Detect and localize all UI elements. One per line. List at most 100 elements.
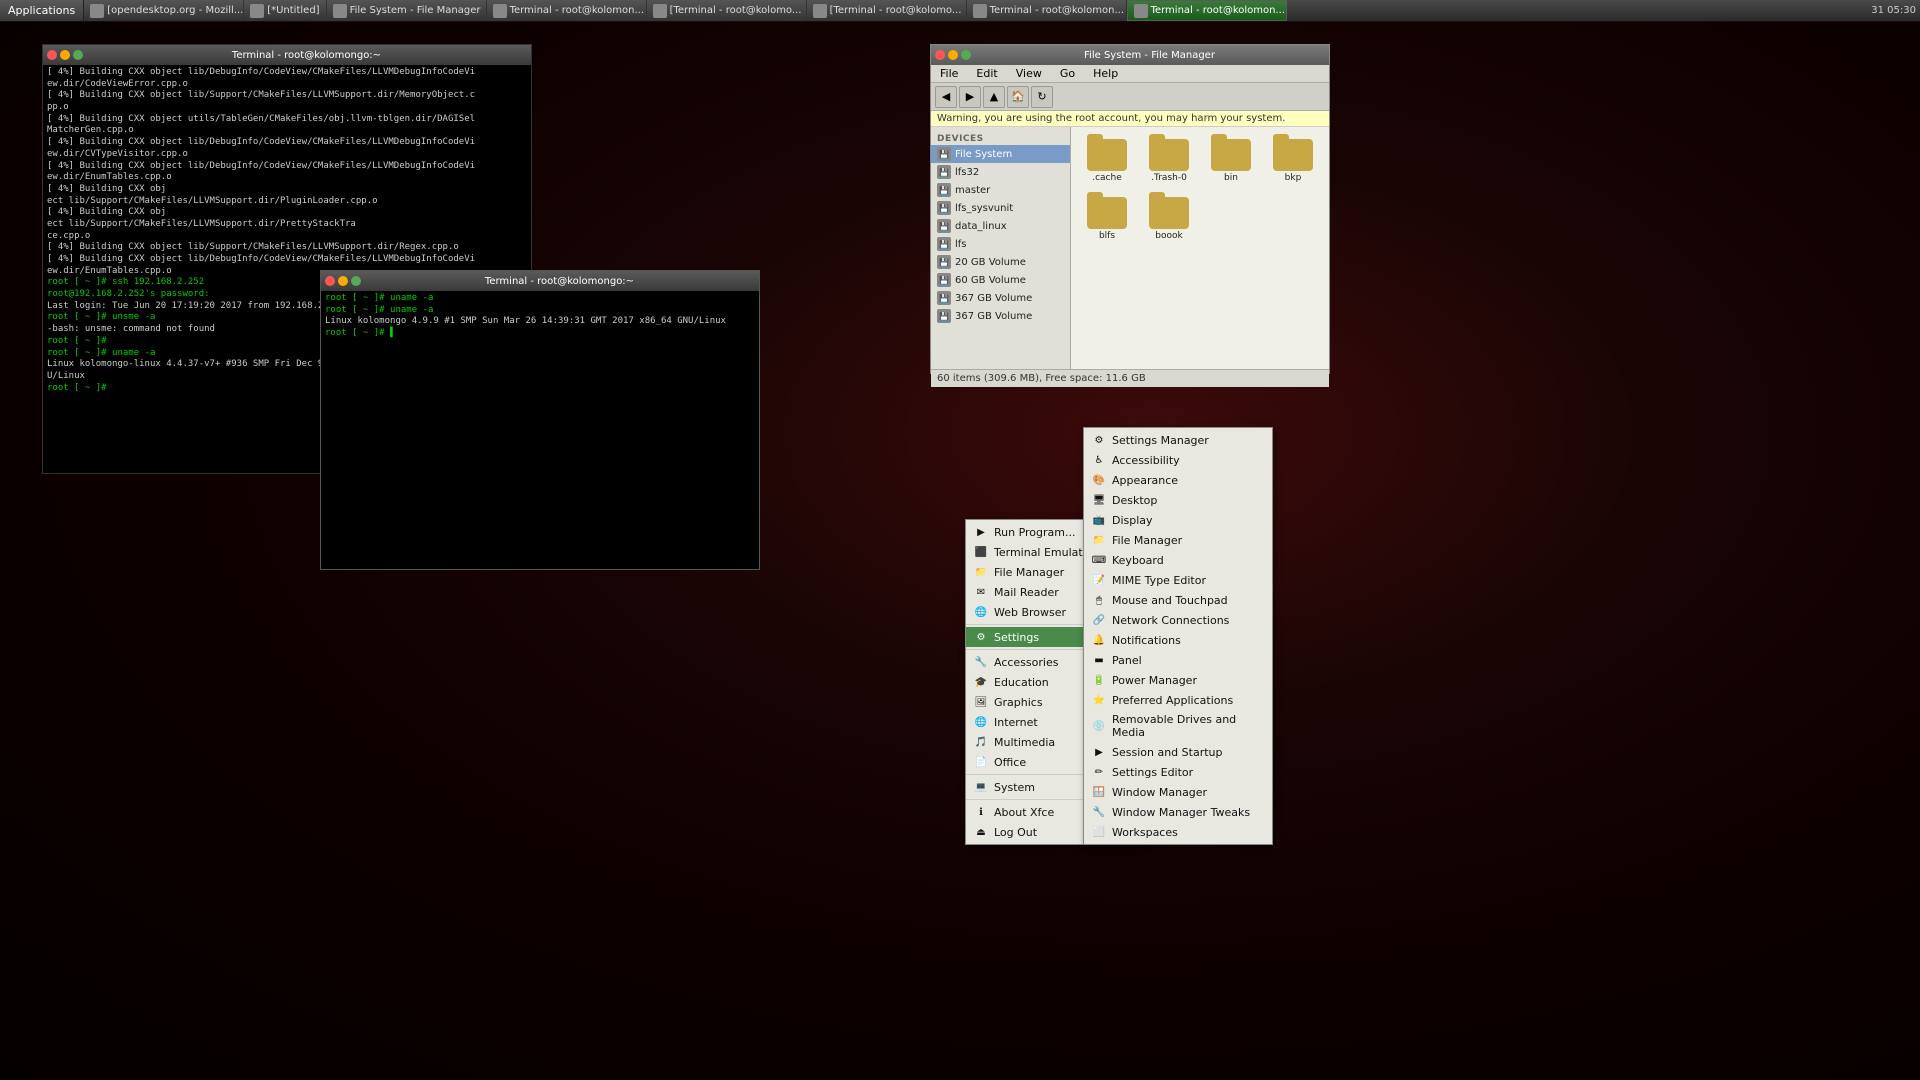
fm-menu-item[interactable]: Help	[1090, 66, 1121, 81]
fm-sidebar-item[interactable]: 💾File System	[931, 145, 1070, 163]
fm-file-item[interactable]: .cache	[1079, 135, 1135, 187]
settings-menu-item[interactable]: 📺Display	[1084, 510, 1272, 530]
fm-menu-item[interactable]: File	[937, 66, 961, 81]
fm-menu-item[interactable]: Edit	[973, 66, 1000, 81]
applications-button[interactable]: Applications	[0, 0, 84, 21]
fm-sidebar-item[interactable]: 💾 60 GB Volume	[931, 271, 1070, 289]
folder-icon	[1273, 139, 1313, 171]
terminal-2-content[interactable]: root [ ~ ]# uname -aroot [ ~ ]# uname -a…	[321, 291, 759, 569]
settings-menu-item[interactable]: ⌨Keyboard	[1084, 550, 1272, 570]
fm-sidebar-item[interactable]: 💾 lfs_sysvunit	[931, 199, 1070, 217]
fm-file-item[interactable]: .Trash-0	[1141, 135, 1197, 187]
terminal-1-title: Terminal - root@kolomongo:~	[86, 50, 527, 61]
taskbar-item[interactable]: File System - File Manager	[327, 0, 487, 21]
taskbar-item[interactable]: Terminal - root@kolomon...	[487, 0, 647, 21]
close-button[interactable]	[47, 50, 57, 60]
minimize-button[interactable]	[60, 50, 70, 60]
drive-icon: 💾	[937, 255, 951, 269]
taskbar-item[interactable]: Terminal - root@kolomon...	[1127, 0, 1287, 21]
folder-icon	[1149, 197, 1189, 229]
fm-file-item[interactable]: blfs	[1079, 193, 1135, 245]
fm-sidebar-item[interactable]: 💾20 GB Volume	[931, 253, 1070, 271]
maximize-button[interactable]	[73, 50, 83, 60]
settings-menu-label: Appearance	[1112, 474, 1178, 487]
taskbar-item[interactable]: Terminal - root@kolomon...	[967, 0, 1127, 21]
settings-menu-item[interactable]: ⚙Settings Manager	[1084, 430, 1272, 450]
drive-icon: 💾	[937, 165, 951, 179]
fm-minimize-button[interactable]	[948, 50, 958, 60]
fm-sidebar-item[interactable]: 💾lfs	[931, 235, 1070, 253]
settings-menu-item[interactable]: 🪟Window Manager	[1084, 782, 1272, 802]
menu-item-label: Education	[994, 676, 1049, 689]
settings-menu-item[interactable]: 🎨Appearance	[1084, 470, 1272, 490]
taskbar-items: [opendesktop.org - Mozill...[*Untitled]F…	[84, 0, 1867, 21]
settings-menu-item[interactable]: ✏Settings Editor	[1084, 762, 1272, 782]
menu-item-icon: 📄	[974, 755, 988, 769]
fm-sidebar-item[interactable]: 💾367 GB Volume	[931, 289, 1070, 307]
terminal-2-title: Terminal - root@kolomongo:~	[364, 276, 755, 287]
menu-item-icon: ▶	[974, 525, 988, 539]
fm-file-item[interactable]: bkp	[1265, 135, 1321, 187]
settings-menu-item[interactable]: 🔧Window Manager Tweaks	[1084, 802, 1272, 822]
settings-menu-item[interactable]: 📁File Manager	[1084, 530, 1272, 550]
fm-menu-item[interactable]: Go	[1057, 66, 1078, 81]
fm-sidebar-label: lfs_sysvunit	[955, 203, 1013, 214]
settings-menu-item[interactable]: ⬜Workspaces	[1084, 822, 1272, 842]
file-manager-menubar: File Edit View Go Help	[931, 65, 1329, 83]
fm-close-button[interactable]	[935, 50, 945, 60]
fm-file-item[interactable]: bin	[1203, 135, 1259, 187]
settings-menu-item[interactable]: 🔗Network Connections	[1084, 610, 1272, 630]
settings-menu-icon: ⌨	[1092, 553, 1106, 567]
fm-reload-button[interactable]: ↻	[1031, 86, 1053, 108]
fm-sidebar-label: lfs	[955, 239, 967, 250]
fm-sidebar-item[interactable]: 💾lfs32	[931, 163, 1070, 181]
close-button-2[interactable]	[325, 276, 335, 286]
drive-icon: 💾	[937, 201, 951, 215]
settings-menu-icon: ⚙	[1092, 433, 1106, 447]
menu-item-label: File Manager	[994, 566, 1064, 579]
file-manager-title: File System - File Manager	[974, 50, 1325, 61]
settings-menu-item[interactable]: 🔋Power Manager	[1084, 670, 1272, 690]
drive-icon: 💾	[937, 273, 951, 287]
fm-sidebar-label: 60 GB Volume	[955, 275, 1026, 286]
terminal-line: ce.cpp.o	[47, 231, 527, 243]
settings-menu-item[interactable]: 🖱Mouse and Touchpad	[1084, 590, 1272, 610]
folder-icon	[1149, 139, 1189, 171]
taskbar-item[interactable]: [*Untitled]	[244, 0, 326, 21]
menu-item-icon: 🖼	[974, 695, 988, 709]
settings-menu-item[interactable]: 🖥Desktop	[1084, 490, 1272, 510]
applications-label: Applications	[8, 4, 75, 17]
settings-menu-item[interactable]: ♿Accessibility	[1084, 450, 1272, 470]
settings-menu-item[interactable]: ▶Session and Startup	[1084, 742, 1272, 762]
settings-menu-icon: ⬜	[1092, 825, 1106, 839]
menu-item-label: About Xfce	[994, 806, 1054, 819]
drive-icon: 💾	[937, 291, 951, 305]
fm-file-item[interactable]: boook	[1141, 193, 1197, 245]
fm-back-button[interactable]: ◀	[935, 86, 957, 108]
fm-item-label: bkp	[1285, 173, 1302, 183]
taskbar-item[interactable]: [Terminal - root@kolomo...	[807, 0, 967, 21]
settings-menu-item[interactable]: 💿Removable Drives and Media	[1084, 710, 1272, 742]
settings-menu-item[interactable]: 📝MIME Type Editor	[1084, 570, 1272, 590]
fm-home-button[interactable]: 🏠	[1007, 86, 1029, 108]
fm-sidebar-item[interactable]: 💾367 GB Volume	[931, 307, 1070, 325]
minimize-button-2[interactable]	[338, 276, 348, 286]
settings-menu-item[interactable]: 🔔Notifications	[1084, 630, 1272, 650]
taskbar-item-icon	[1134, 4, 1148, 18]
taskbar-item-icon	[250, 4, 264, 18]
fm-sidebar-item[interactable]: 💾data_linux	[931, 217, 1070, 235]
settings-menu-icon: 🪟	[1092, 785, 1106, 799]
taskbar-item-icon	[493, 4, 507, 18]
settings-menu-item[interactable]: ⭐Preferred Applications	[1084, 690, 1272, 710]
fm-forward-button[interactable]: ▶	[959, 86, 981, 108]
menu-item-label: Office	[994, 756, 1026, 769]
fm-menu-item[interactable]: View	[1013, 66, 1045, 81]
fm-sidebar-item[interactable]: 💾master	[931, 181, 1070, 199]
settings-menu-item[interactable]: ▬Panel	[1084, 650, 1272, 670]
fm-maximize-button[interactable]	[961, 50, 971, 60]
terminal-line: ect lib/Support/CMakeFiles/LLVMSupport.d…	[47, 219, 527, 231]
taskbar-item[interactable]: [opendesktop.org - Mozill...	[84, 0, 244, 21]
maximize-button-2[interactable]	[351, 276, 361, 286]
fm-up-button[interactable]: ▲	[983, 86, 1005, 108]
taskbar-item[interactable]: [Terminal - root@kolomo...	[647, 0, 807, 21]
